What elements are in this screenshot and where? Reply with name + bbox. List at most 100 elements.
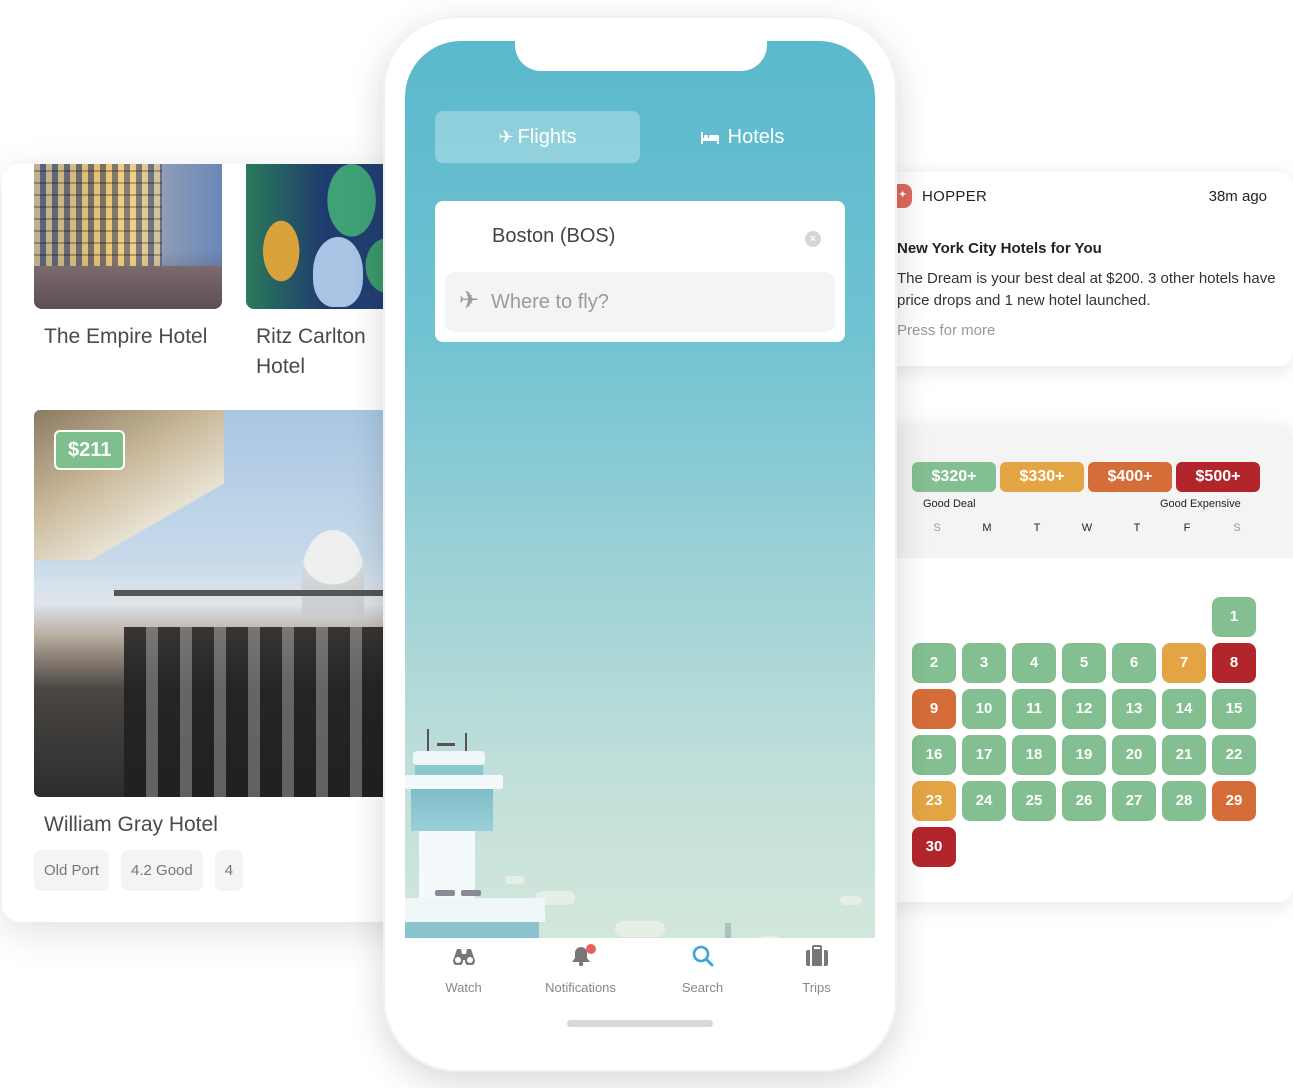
notification-body: The Dream is your best deal at $200. 3 o… bbox=[897, 270, 1276, 309]
tabbar-trips-label: Trips bbox=[802, 980, 831, 995]
calendar-day-26[interactable]: 26 bbox=[1062, 781, 1106, 821]
weekday-label: S bbox=[1233, 522, 1241, 534]
tabbar-trips[interactable]: Trips bbox=[758, 938, 875, 995]
calendar-day-28[interactable]: 28 bbox=[1162, 781, 1206, 821]
calendar-day-8[interactable]: 8 bbox=[1212, 643, 1256, 683]
notification-badge-dot bbox=[586, 944, 596, 954]
notification-time: 38m ago bbox=[1208, 188, 1267, 205]
price-calendar: $320+ $330+ $400+ $500+ Good Deal Good Expe… bbox=[880, 425, 1293, 902]
calendar-day-11[interactable]: 11 bbox=[1012, 689, 1056, 729]
clear-origin-icon[interactable]: × bbox=[805, 231, 821, 247]
calendar-day-3[interactable]: 3 bbox=[962, 643, 1006, 683]
phone-frame: ✈ Flights Hotels Boston (BOS) × ✈ Where … bbox=[383, 16, 897, 1072]
calendar-day-1[interactable]: 1 bbox=[1212, 597, 1256, 637]
calendar-day-16[interactable]: 16 bbox=[912, 735, 956, 775]
calendar-day-22[interactable]: 22 bbox=[1212, 735, 1256, 775]
photo-chairs bbox=[124, 627, 422, 797]
price-badge: $211 bbox=[54, 430, 126, 470]
calendar-day-24[interactable]: 24 bbox=[962, 781, 1006, 821]
legend-chip-good: $320+ bbox=[912, 462, 996, 492]
calendar-blank bbox=[1062, 597, 1106, 637]
calendar-day-2[interactable]: 2 bbox=[912, 643, 956, 683]
calendar-day-17[interactable]: 17 bbox=[962, 735, 1006, 775]
tab-hotels[interactable]: Hotels bbox=[640, 111, 845, 163]
legend-chip-high: $400+ bbox=[1088, 462, 1172, 492]
weekday-label: T bbox=[1033, 522, 1041, 534]
calendar-blank bbox=[1112, 597, 1156, 637]
hotel-list-panel: The Empire Hotel Ritz Carlton Hotel $211… bbox=[2, 164, 422, 922]
phone-screen: ✈ Flights Hotels Boston (BOS) × ✈ bbox=[405, 41, 875, 999]
home-indicator[interactable] bbox=[567, 1020, 713, 1027]
phone-notch bbox=[515, 41, 767, 71]
legend-high-label: Good Expensive bbox=[1160, 498, 1241, 510]
push-notification[interactable]: ✦ HOPPER 38m ago New York City Hotels fo… bbox=[880, 172, 1293, 366]
tabbar-search[interactable]: Search bbox=[644, 938, 761, 995]
tab-flights-label: Flights bbox=[517, 126, 577, 148]
calendar-day-15[interactable]: 15 bbox=[1212, 689, 1256, 729]
calendar-day-23[interactable]: 23 bbox=[912, 781, 956, 821]
tabbar-watch-label: Watch bbox=[445, 980, 482, 995]
calendar-blank bbox=[962, 597, 1006, 637]
legend-chip-fair: $330+ bbox=[1000, 462, 1084, 492]
calendar-day-29[interactable]: 29 bbox=[1212, 781, 1256, 821]
destination-input[interactable] bbox=[491, 284, 821, 320]
tabbar-notifications-label: Notifications bbox=[545, 980, 616, 995]
binoculars-icon bbox=[405, 944, 522, 972]
tabbar-notifications[interactable]: Notifications bbox=[522, 938, 639, 995]
weekday-label: S bbox=[933, 522, 941, 534]
calendar-day-13[interactable]: 13 bbox=[1112, 689, 1156, 729]
calendar-blank bbox=[1012, 597, 1056, 637]
bottom-tab-bar: Watch Notifications Search Trips bbox=[405, 938, 875, 1000]
calendar-day-20[interactable]: 20 bbox=[1112, 735, 1156, 775]
weekday-label: M bbox=[982, 522, 992, 534]
calendar-day-18[interactable]: 18 bbox=[1012, 735, 1056, 775]
search-icon bbox=[644, 944, 761, 972]
destination-field-wrap[interactable]: ✈ bbox=[445, 272, 835, 332]
calendar-day-4[interactable]: 4 bbox=[1012, 643, 1056, 683]
hotel-photo-empire[interactable] bbox=[34, 164, 222, 309]
mode-tabs: ✈ Flights Hotels bbox=[435, 111, 845, 163]
calendar-header: $320+ $330+ $400+ $500+ Good Deal Good Expe… bbox=[880, 425, 1293, 558]
tag-neighborhood: Old Port bbox=[34, 850, 110, 891]
flight-search-box: Boston (BOS) × ✈ bbox=[435, 201, 845, 342]
hotel-tags: Old Port 4.2 Good 4 bbox=[34, 850, 244, 891]
tabbar-watch[interactable]: Watch bbox=[405, 938, 522, 995]
tab-flights[interactable]: ✈ Flights bbox=[435, 111, 640, 163]
calendar-day-9[interactable]: 9 bbox=[912, 689, 956, 729]
legend-chip-expensive: $500+ bbox=[1176, 462, 1260, 492]
calendar-day-19[interactable]: 19 bbox=[1062, 735, 1106, 775]
cloud bbox=[615, 921, 665, 937]
weekday-label: T bbox=[1133, 522, 1141, 534]
hotel-name-william-gray[interactable]: William Gray Hotel bbox=[44, 810, 218, 840]
tag-rating: 4.2 Good bbox=[121, 850, 203, 891]
bed-icon bbox=[700, 127, 724, 147]
calendar-day-21[interactable]: 21 bbox=[1162, 735, 1206, 775]
notification-app-name: HOPPER bbox=[922, 188, 988, 205]
suitcase-icon bbox=[758, 944, 875, 972]
notification-press-more: Press for more bbox=[897, 322, 996, 339]
calendar-day-25[interactable]: 25 bbox=[1012, 781, 1056, 821]
bell-icon bbox=[522, 944, 639, 972]
legend-low-label: Good Deal bbox=[923, 498, 976, 510]
calendar-day-12[interactable]: 12 bbox=[1062, 689, 1106, 729]
calendar-day-14[interactable]: 14 bbox=[1162, 689, 1206, 729]
tabbar-search-label: Search bbox=[681, 980, 724, 995]
calendar-grid: 1 2 3 4 5 6 7 8 9 10 11 12 13 14 15 16 17 18 19 20 21 22 23 24 2… bbox=[912, 597, 1256, 867]
weekday-label: W bbox=[1081, 522, 1093, 534]
calendar-day-27[interactable]: 27 bbox=[1112, 781, 1156, 821]
calendar-day-5[interactable]: 5 bbox=[1062, 643, 1106, 683]
calendar-day-30[interactable]: 30 bbox=[912, 827, 956, 867]
weekday-label: F bbox=[1183, 522, 1191, 534]
calendar-day-7[interactable]: 7 bbox=[1162, 643, 1206, 683]
airplane-icon: ✈ bbox=[498, 127, 514, 147]
tag-stars: 4 bbox=[214, 850, 244, 891]
origin-field[interactable]: Boston (BOS) bbox=[492, 225, 615, 248]
photo-railing bbox=[114, 590, 422, 596]
cloud bbox=[840, 896, 862, 905]
calendar-day-10[interactable]: 10 bbox=[962, 689, 1006, 729]
cloud bbox=[505, 876, 525, 884]
calendar-day-6[interactable]: 6 bbox=[1112, 643, 1156, 683]
calendar-blank bbox=[912, 597, 956, 637]
hotel-name-empire[interactable]: The Empire Hotel bbox=[44, 322, 214, 352]
tab-hotels-label: Hotels bbox=[727, 126, 785, 148]
